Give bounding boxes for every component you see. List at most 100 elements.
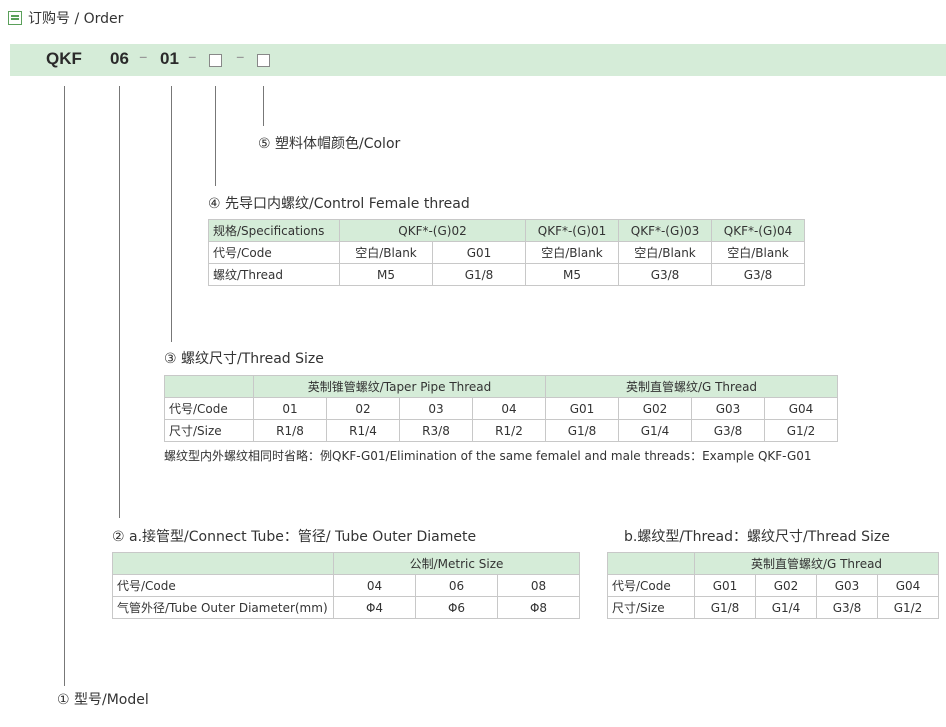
table-row: 尺寸/Size R1/8 R1/4 R3/8 R1/2 G1/8 G1/4 G3… xyxy=(164,419,838,442)
table-cell: 代号/Code xyxy=(164,397,254,420)
code-sep-1: – xyxy=(139,47,148,67)
table-row: 螺纹/Thread M5 G1/8 M5 G3/8 G3/8 xyxy=(208,263,805,286)
table-cell: G01 xyxy=(694,574,756,597)
table-cell: G3/8 xyxy=(618,263,712,286)
table-cell: R1/2 xyxy=(472,419,546,442)
code-slot-color xyxy=(257,54,270,67)
table-cell: QKF*-(G)01 xyxy=(525,219,619,242)
order-title: 订购号 / Order xyxy=(8,8,123,28)
table-cell: Φ4 xyxy=(333,596,416,619)
table-cell: 英制锥管螺纹/Taper Pipe Thread xyxy=(253,375,546,398)
table-row: 规格/Specifications QKF*-(G)02 QKF*-(G)01 … xyxy=(208,219,805,242)
thread-type-label: b.螺纹型/Thread：螺纹尺寸/Thread Size xyxy=(624,529,890,545)
code-prefix: QKF xyxy=(46,49,82,68)
thread-size-note: 螺纹型内外螺纹相同时省略：例QKF-G01/Elimination of the… xyxy=(164,449,812,463)
table-cell: 08 xyxy=(497,574,580,597)
leader-tube xyxy=(119,86,120,518)
table-cell: QKF*-(G)03 xyxy=(618,219,712,242)
thread-size-label: ③ 螺纹尺寸/Thread Size xyxy=(164,351,324,367)
table-cell: G3/8 xyxy=(691,419,765,442)
table-cell: 空白/Blank xyxy=(339,241,433,264)
table-cell: 尺寸/Size xyxy=(164,419,254,442)
table-cell: M5 xyxy=(525,263,619,286)
table-row: 代号/Code 04 06 08 xyxy=(112,574,580,597)
table-cell: G02 xyxy=(618,397,692,420)
model-label: ① 型号/Model xyxy=(57,692,149,708)
table-cell: G3/8 xyxy=(711,263,805,286)
thread-type-table: 英制直管螺纹/G Thread 代号/Code G01 G02 G03 G04 … xyxy=(607,552,939,619)
table-cell: R3/8 xyxy=(399,419,473,442)
table-cell: 02 xyxy=(326,397,400,420)
table-cell: G04 xyxy=(764,397,838,420)
table-cell xyxy=(112,552,334,575)
thread-size-table: 英制锥管螺纹/Taper Pipe Thread 英制直管螺纹/G Thread… xyxy=(164,375,838,442)
table-cell: 06 xyxy=(415,574,498,597)
table-cell: 公制/Metric Size xyxy=(333,552,580,575)
table-cell: 04 xyxy=(472,397,546,420)
leader-color xyxy=(263,86,264,126)
table-cell: 03 xyxy=(399,397,473,420)
table-row: 气管外径/Tube Outer Diameter(mm) Φ4 Φ6 Φ8 xyxy=(112,596,580,619)
table-row: 代号/Code 01 02 03 04 G01 G02 G03 G04 xyxy=(164,397,838,420)
table-cell: G02 xyxy=(755,574,817,597)
table-cell: 01 xyxy=(253,397,327,420)
table-cell: G01 xyxy=(432,241,526,264)
control-thread-label: ④ 先导口内螺纹/Control Female thread xyxy=(208,196,470,212)
connect-tube-label: ② a.接管型/Connect Tube：管径/ Tube Outer Diam… xyxy=(112,529,477,545)
table-row: 英制锥管螺纹/Taper Pipe Thread 英制直管螺纹/G Thread xyxy=(164,375,838,398)
table-cell: QKF*-(G)02 xyxy=(339,219,526,242)
order-code-band xyxy=(10,44,946,76)
leader-thread-size xyxy=(171,86,172,342)
table-cell: G1/4 xyxy=(755,596,817,619)
leader-model xyxy=(64,86,65,686)
code-slot-control xyxy=(209,54,222,67)
table-cell: 螺纹/Thread xyxy=(208,263,340,286)
list-icon xyxy=(8,11,22,25)
table-cell: 空白/Blank xyxy=(711,241,805,264)
table-row: 代号/Code G01 G02 G03 G04 xyxy=(607,574,939,597)
table-cell: 空白/Blank xyxy=(618,241,712,264)
table-cell: 英制直管螺纹/G Thread xyxy=(545,375,838,398)
table-cell: 空白/Blank xyxy=(525,241,619,264)
table-cell: G1/4 xyxy=(618,419,692,442)
table-cell: 规格/Specifications xyxy=(208,219,340,242)
table-row: 代号/Code 空白/Blank G01 空白/Blank 空白/Blank 空… xyxy=(208,241,805,264)
table-cell: G04 xyxy=(877,574,939,597)
table-row: 公制/Metric Size xyxy=(112,552,580,575)
table-cell: R1/4 xyxy=(326,419,400,442)
table-cell: R1/8 xyxy=(253,419,327,442)
table-cell: 代号/Code xyxy=(607,574,695,597)
control-thread-table: 规格/Specifications QKF*-(G)02 QKF*-(G)01 … xyxy=(208,219,805,286)
table-cell: 尺寸/Size xyxy=(607,596,695,619)
code-seg-size: 06 xyxy=(110,49,129,68)
code-seg-thread: 01 xyxy=(160,49,179,68)
table-cell xyxy=(607,552,695,575)
table-cell: Φ6 xyxy=(415,596,498,619)
table-cell: 代号/Code xyxy=(208,241,340,264)
color-label: ⑤ 塑料体帽颜色/Color xyxy=(258,136,401,152)
table-cell: M5 xyxy=(339,263,433,286)
table-cell: G1/8 xyxy=(694,596,756,619)
table-cell: G1/8 xyxy=(432,263,526,286)
table-row: 尺寸/Size G1/8 G1/4 G3/8 G1/2 xyxy=(607,596,939,619)
table-cell: G1/2 xyxy=(877,596,939,619)
table-row: 英制直管螺纹/G Thread xyxy=(607,552,939,575)
table-cell: G03 xyxy=(816,574,878,597)
leader-control xyxy=(215,86,216,186)
table-cell: G3/8 xyxy=(816,596,878,619)
table-cell: G1/2 xyxy=(764,419,838,442)
order-title-text: 订购号 / Order xyxy=(28,11,124,27)
table-cell: G03 xyxy=(691,397,765,420)
code-sep-3: – xyxy=(236,47,245,67)
table-cell: QKF*-(G)04 xyxy=(711,219,805,242)
connect-tube-table: 公制/Metric Size 代号/Code 04 06 08 气管外径/Tub… xyxy=(112,552,580,619)
table-cell: 气管外径/Tube Outer Diameter(mm) xyxy=(112,596,334,619)
code-sep-2: – xyxy=(188,47,197,67)
table-cell: G1/8 xyxy=(545,419,619,442)
table-cell xyxy=(164,375,254,398)
table-cell: 代号/Code xyxy=(112,574,334,597)
table-cell: 04 xyxy=(333,574,416,597)
table-cell: G01 xyxy=(545,397,619,420)
table-cell: 英制直管螺纹/G Thread xyxy=(694,552,939,575)
table-cell: Φ8 xyxy=(497,596,580,619)
